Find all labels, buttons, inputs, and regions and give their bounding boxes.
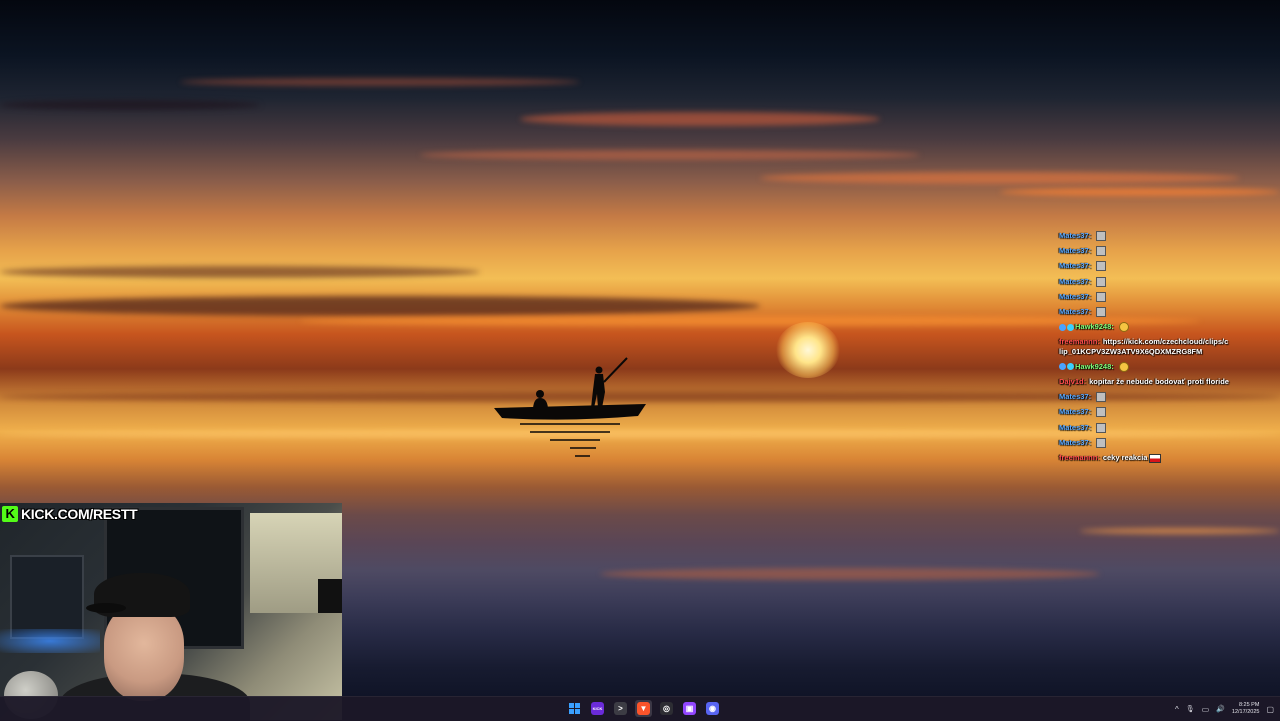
- chat-message: Mates37:: [1059, 292, 1229, 303]
- chat-text: kopitar že nebude bodovať proti floride: [1089, 377, 1229, 387]
- chat-badge-icon: [1059, 323, 1066, 331]
- kick-logo-icon: K: [2, 506, 18, 522]
- water-streak: [1080, 528, 1280, 534]
- chat-username: freemannn:: [1059, 337, 1100, 347]
- chat-message: Dajv1d: kopitar že nebude bodovať proti f…: [1059, 377, 1229, 388]
- notification-icon[interactable]: ▢: [1266, 705, 1274, 714]
- start-button-glyph: [569, 703, 580, 714]
- webcam-overlay: [0, 503, 342, 720]
- chat-username: Hawk9248:: [1075, 361, 1114, 371]
- system-tray: ^ 🎙 ▭ 🔊 8:25 PM 12/17/2025 ▢: [1175, 697, 1280, 721]
- chat-message: Hawk9248:: [1059, 322, 1229, 333]
- volume-icon[interactable]: 🔊: [1216, 705, 1225, 713]
- square-emote-icon: [1096, 291, 1107, 302]
- chat-username: Dajv1d:: [1059, 377, 1087, 387]
- czech-flag-emote-icon: [1149, 453, 1162, 463]
- streamer-cap-brim: [86, 603, 126, 613]
- network-icon[interactable]: ▭: [1202, 705, 1210, 714]
- square-emote-icon: [1096, 392, 1107, 403]
- start-button[interactable]: [566, 700, 583, 717]
- cloud-streak: [1000, 188, 1280, 196]
- square-emote-icon: [1096, 231, 1107, 242]
- chat-message: Mates37:: [1059, 231, 1229, 242]
- cloud-streak: [520, 112, 880, 126]
- cloud-streak: [760, 172, 1240, 184]
- clock-time: 8:25 PM: [1238, 702, 1260, 708]
- square-emote-icon: [1096, 306, 1107, 317]
- chat-overlay: Mates37: Mates37: Mates37: Mates37: Mates37:…: [1059, 231, 1229, 468]
- microphone-icon[interactable]: 🎙: [1186, 705, 1195, 713]
- chat-message: Mates37:: [1059, 261, 1229, 272]
- square-emote-icon: [1096, 437, 1107, 448]
- chat-username: Mates37:: [1059, 231, 1092, 240]
- chat-username: Mates37:: [1059, 291, 1092, 301]
- discord-app-glyph: ◉: [706, 702, 719, 715]
- discord-app-icon[interactable]: ◉: [704, 700, 721, 717]
- chat-message: Mates37:: [1059, 307, 1229, 318]
- terminal-app-glyph: >: [614, 702, 627, 715]
- square-emote-icon: [1096, 261, 1107, 272]
- chat-username: Hawk9248:: [1075, 322, 1114, 332]
- chat-message: Mates37:: [1059, 423, 1229, 434]
- chat-message: Mates37:: [1059, 438, 1229, 449]
- taskbar-apps: KICK > ▼ ◎ ▣ ◉: [566, 700, 721, 717]
- chat-badge-icon: [1067, 363, 1074, 371]
- setting-sun: [776, 322, 840, 378]
- terminal-app-icon[interactable]: >: [612, 700, 629, 717]
- chat-badge-icon: [1067, 323, 1074, 331]
- water-streak: [600, 568, 1100, 580]
- chat-username: Mates37:: [1059, 246, 1092, 256]
- cloud-streak: [180, 78, 580, 86]
- square-emote-icon: [1096, 246, 1107, 257]
- chat-message: Mates37:: [1059, 407, 1229, 418]
- twitch-app-glyph: ▣: [683, 702, 696, 715]
- chat-message: freemannn: ceky reakcia: [1059, 453, 1229, 464]
- square-emote-icon: [1096, 276, 1107, 287]
- kick-channel-url: KICK.COM/RESTT: [21, 506, 138, 522]
- tray-overflow-chevron-icon[interactable]: ^: [1175, 705, 1179, 714]
- chat-username: Mates37:: [1059, 276, 1092, 286]
- chat-message: Mates37:: [1059, 392, 1229, 403]
- yellow-face-emote-icon: [1118, 361, 1129, 372]
- webcam-window: [10, 555, 84, 639]
- obs-app-glyph: ◎: [660, 702, 673, 715]
- kick-channel-badge: K KICK.COM/RESTT: [2, 505, 138, 523]
- boat-silhouette: [494, 357, 646, 457]
- cloud-streak: [420, 150, 920, 160]
- cloud-streak: [0, 100, 260, 110]
- cloud-streak: [0, 296, 760, 316]
- taskbar: KICK > ▼ ◎ ▣ ◉ ^ 🎙 ▭ 🔊 8:25 PM 12/17/2025 ▢: [0, 696, 1280, 721]
- webcam-led-glow: [0, 629, 100, 653]
- square-emote-icon: [1096, 422, 1107, 433]
- chat-username: Mates37:: [1059, 392, 1092, 402]
- yellow-face-emote-icon: [1118, 322, 1129, 333]
- chat-message: Hawk9248:: [1059, 362, 1229, 373]
- clock[interactable]: 8:25 PM 12/17/2025: [1232, 702, 1260, 716]
- streamer-face: [104, 605, 184, 701]
- chat-text: ceky reakcia: [1102, 453, 1148, 463]
- webcam-speaker: [318, 579, 342, 613]
- chat-username: Mates37:: [1059, 261, 1092, 271]
- brave-browser-icon[interactable]: ▼: [635, 700, 652, 717]
- chat-badge-icon: [1059, 363, 1066, 371]
- chat-username: Mates37:: [1059, 407, 1092, 417]
- chat-message: Mates37:: [1059, 277, 1229, 288]
- chat-username: Mates37:: [1059, 422, 1092, 432]
- chat-message: freemannn: https://kick.com/czechcloud/cl…: [1059, 337, 1229, 357]
- chat-username: Mates37:: [1059, 306, 1092, 316]
- chat-username: Mates37:: [1059, 437, 1092, 447]
- clock-date: 12/17/2025: [1231, 709, 1260, 715]
- kick-app-icon[interactable]: KICK: [589, 700, 606, 717]
- brave-browser-glyph: ▼: [637, 702, 650, 715]
- cloud-streak: [0, 266, 480, 278]
- obs-app-icon[interactable]: ◎: [658, 700, 675, 717]
- twitch-app-icon[interactable]: ▣: [681, 700, 698, 717]
- chat-username: freemannn:: [1059, 453, 1100, 463]
- kick-app-glyph: KICK: [591, 702, 604, 715]
- chat-message: Mates37:: [1059, 246, 1229, 257]
- square-emote-icon: [1096, 407, 1107, 418]
